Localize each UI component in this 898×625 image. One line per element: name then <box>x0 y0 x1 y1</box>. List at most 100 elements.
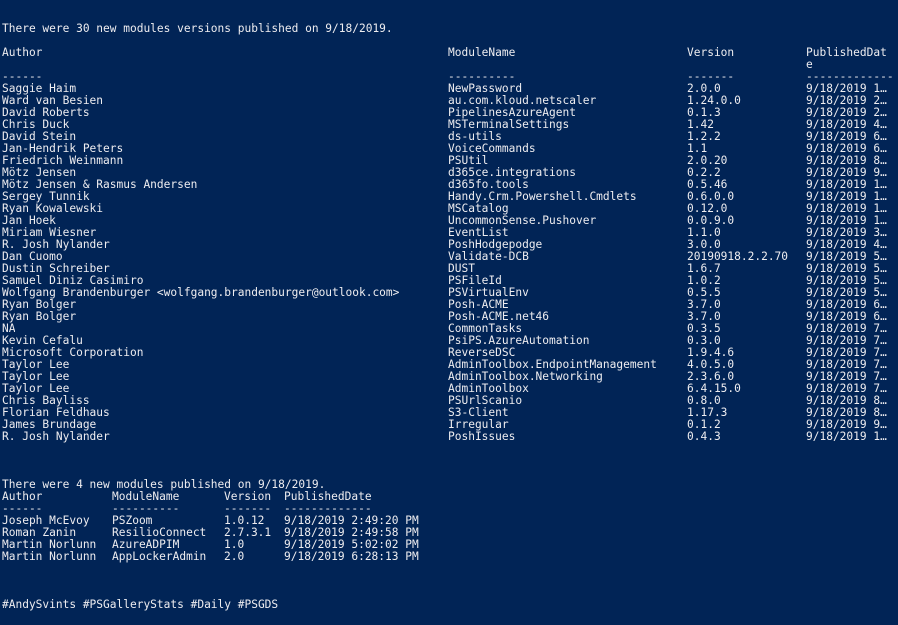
cell-author: Joseph McEvoy <box>2 515 90 527</box>
cell-published-date: 9/18/2019 5:02:02 PM <box>284 539 419 551</box>
table-row: Taylor Lee AdminToolbox.EndpointManagemen… <box>2 359 896 371</box>
cell-module-name: S3-Client <box>448 407 509 419</box>
header-fragment: PublishedDat <box>806 47 887 59</box>
separator-published-date: ------------- <box>284 503 372 515</box>
table-row: Joseph McEvoy PSZoom 1.0.12 9/18/2019 2:49:… <box>2 515 896 527</box>
cell-published-date: 9/18/2019 1… <box>806 203 887 215</box>
cell-published-date: 9/18/2019 7… <box>806 359 887 371</box>
cell-author: Saggie Haim <box>2 83 77 95</box>
cell-author: Chris Bayliss <box>2 395 90 407</box>
cell-version: 2.3.6.0 <box>687 371 735 383</box>
cell-version: 1.6.7 <box>687 263 721 275</box>
cell-version: 1.0.2 <box>687 275 721 287</box>
powershell-console[interactable]: There were 30 new modules versions publi… <box>2 0 896 625</box>
cell-author: Miriam Wiesner <box>2 227 97 239</box>
cell-author: Dan Cuomo <box>2 251 63 263</box>
table-row: Chris Bayliss PSUrlScanio 0.8.0 9/18/2019 8… <box>2 395 896 407</box>
cell-module-name: PoshIssues <box>448 431 516 443</box>
table-row: David Stein ds-utils 1.2.2 9/18/2019 6… <box>2 131 896 143</box>
cell-published-date: 9/18/2019 5… <box>806 251 887 263</box>
cell-version: 0.0.9.0 <box>687 215 735 227</box>
cell-author: Microsoft Corporation <box>2 347 144 359</box>
table-row: Miriam Wiesner EventList 1.1.0 9/18/2019 3… <box>2 227 896 239</box>
cell-version: 1.0 <box>224 539 245 551</box>
cell-version: 1.0.12 <box>224 515 265 527</box>
table-row: Friedrich Weinmann PSUtil 2.0.20 9/18/2019 … <box>2 155 896 167</box>
cell-author: Mötz Jensen <box>2 167 77 179</box>
cell-module-name: au.com.kloud.netscaler <box>448 95 597 107</box>
cell-version: 3.7.0 <box>687 311 721 323</box>
table-row: Dustin Schreiber DUST 1.6.7 9/18/2019 5… <box>2 263 896 275</box>
cell-author: Samuel Diniz Casimiro <box>2 275 144 287</box>
cell-version: 0.6.0.0 <box>687 191 735 203</box>
table-row: Taylor Lee AdminToolbox.Networking 2.3.6.0… <box>2 371 896 383</box>
cell-version: 2.0 <box>224 551 245 563</box>
table-row: Taylor Lee AdminToolbox 6.4.15.0 9/18/2019 … <box>2 383 896 395</box>
cell-published-date: 9/18/2019 4… <box>806 119 887 131</box>
cell-module-name: NewPassword <box>448 83 523 95</box>
table-row: Jan Hoek UncommonSense.Pushover 0.0.9.0 9/1… <box>2 215 896 227</box>
cell-module-name: ds-utils <box>448 131 502 143</box>
separator-module-name: ---------- <box>448 71 516 83</box>
cell-published-date: 9/18/2019 6:28:13 PM <box>284 551 419 563</box>
cell-module-name: EventList <box>448 227 509 239</box>
cell-published-date: 9/18/2019 2… <box>806 95 887 107</box>
cell-module-name: AzureADPIM <box>112 539 180 551</box>
hashtags-line: #AndySvints #PSGalleryStats #Daily #PSGD… <box>2 598 279 611</box>
cell-author: David Roberts <box>2 107 90 119</box>
cell-published-date: 9/18/2019 6… <box>806 131 887 143</box>
cell-module-name: Posh-ACME.net46 <box>448 311 550 323</box>
table-row: Saggie Haim NewPassword 2.0.0 9/18/2019 1… <box>2 83 896 95</box>
table-row: Sergey Tunnik Handy.Crm.Powershell.Cmdlet… <box>2 191 896 203</box>
cell-author: Martin Norlunn <box>2 551 97 563</box>
table-separator: ------ ---------- ------- ------------- <box>2 71 896 83</box>
cell-version: 0.5.46 <box>687 179 728 191</box>
cell-published-date: 9/18/2019 9… <box>806 419 887 431</box>
table-row: Mötz Jensen d365ce.integrations 0.2.2 9/18/… <box>2 167 896 179</box>
cell-author: Chris Duck <box>2 119 70 131</box>
cell-module-name: AdminToolbox.EndpointManagement <box>448 359 657 371</box>
separator-version: ------- <box>687 71 735 83</box>
cell-published-date: 9/18/2019 5… <box>806 287 887 299</box>
cell-author: Dustin Schreiber <box>2 263 110 275</box>
cell-version: 1.9.4.6 <box>687 347 735 359</box>
cell-published-date: 9/18/2019 1… <box>806 431 887 443</box>
cell-module-name: Posh-ACME <box>448 299 509 311</box>
cell-published-date: 9/18/2019 8… <box>806 395 887 407</box>
separator-module-name: ---------- <box>112 503 180 515</box>
table-separator: ------ ---------- ------- ------------- <box>2 503 896 515</box>
table-row: Martin Norlunn AzureADPIM 1.0 9/18/2019 5:0… <box>2 539 896 551</box>
column-header-author: Author <box>2 491 43 503</box>
cell-module-name: PSUtil <box>448 155 489 167</box>
new-modules-summary: There were 4 new modules published on 9/… <box>2 478 326 491</box>
cell-published-date: 9/18/2019 2… <box>806 107 887 119</box>
cell-published-date: 9/18/2019 7… <box>806 335 887 347</box>
cell-module-name: PSFileId <box>448 275 502 287</box>
column-header-author: Author <box>2 47 43 59</box>
table-row: James Brundage Irregular 0.1.2 9/18/2019 9… <box>2 419 896 431</box>
cell-author: Ryan Bolger <box>2 299 77 311</box>
table-row: Ryan Kowalewski MSCatalog 0.12.0 9/18/2019 … <box>2 203 896 215</box>
table-header: Author ModuleName Version PublishedDate <box>2 491 896 503</box>
cell-published-date: 9/18/2019 7… <box>806 323 887 335</box>
table-row: Wolfgang Brandenburger <wolfgang.branden… <box>2 287 896 299</box>
cell-author: Florian Feldhaus <box>2 407 110 419</box>
table-row: Jan-Hendrik Peters VoiceCommands 1.1 9/18/2… <box>2 143 896 155</box>
cell-version: 1.42 <box>687 119 714 131</box>
cell-author: Jan-Hendrik Peters <box>2 143 124 155</box>
cell-version: 0.1.3 <box>687 107 721 119</box>
table-row: Roman Zanin ResilioConnect 2.7.3.1 9/18/201… <box>2 527 896 539</box>
cell-author: David Stein <box>2 131 77 143</box>
cell-version: 2.0.0 <box>687 83 721 95</box>
cell-module-name: Validate-DCB <box>448 251 529 263</box>
separator-published-date: ------------- <box>806 71 894 83</box>
table-row: Dan Cuomo Validate-DCB 20190918.2.2.70 9/18… <box>2 251 896 263</box>
cell-published-date: 9/18/2019 7… <box>806 383 887 395</box>
cell-version: 2.7.3.1 <box>224 527 272 539</box>
table-row: Samuel Diniz Casimiro PSFileId 1.0.2 9/18/2… <box>2 275 896 287</box>
cell-author: Taylor Lee <box>2 371 70 383</box>
cell-version: 4.0.5.0 <box>687 359 735 371</box>
cell-version: 0.4.3 <box>687 431 721 443</box>
cell-author: R. Josh Nylander <box>2 431 110 443</box>
cell-module-name: PoshHodgepodge <box>448 239 543 251</box>
